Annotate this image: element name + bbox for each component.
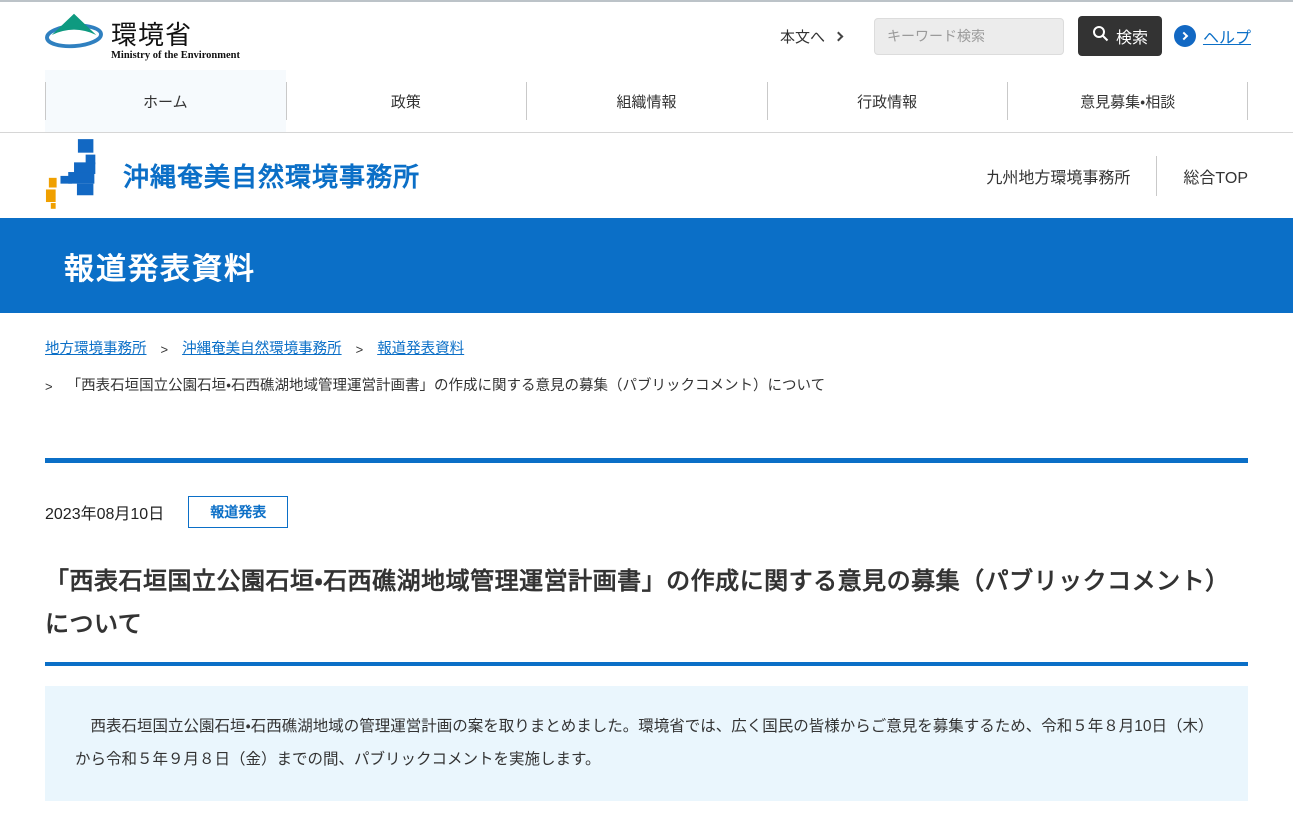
article-meta: 2023年08月10日 報道発表 [0, 463, 1293, 528]
page: 環境省 Ministry of the Environment 本文へ 検索 ヘ… [0, 0, 1293, 837]
nav-item-public-comment[interactable]: 意見募集・相談 [1007, 70, 1248, 132]
summary-box: 西表石垣国立公園石垣・石西礁湖地域の管理運営計画の案を取りまとめました。環境省で… [45, 686, 1248, 801]
chevron-right-icon [834, 31, 844, 41]
moe-logo-subtitle: Ministry of the Environment [111, 51, 240, 62]
page-title: 「西表石垣国立公園石垣・石西礁湖地域管理運営計画書」の作成に関する意見の募集（パ… [0, 544, 1293, 646]
search-button[interactable]: 検索 [1078, 16, 1162, 56]
nav-item-home[interactable]: ホーム [45, 70, 286, 132]
skip-to-content-link[interactable]: 本文へ [780, 26, 842, 47]
help[interactable]: ヘルプ [1174, 24, 1251, 48]
banner-title: 報道発表資料 [64, 244, 256, 288]
office-bar: 沖縄奄美自然環境事務所 九州地方環境事務所 総合TOP [0, 133, 1293, 218]
breadcrumb-line-2: > 「西表石垣国立公園石垣・石西礁湖地域管理運営計画書」の作成に関する意見の募集… [45, 376, 1248, 398]
breadcrumb: 地方環境事務所 > 沖縄奄美自然環境事務所 > 報道発表資料 > 「西表石垣国立… [0, 313, 1293, 398]
help-link[interactable]: ヘルプ [1203, 24, 1251, 48]
breadcrumb-link-office[interactable]: 沖縄奄美自然環境事務所 [182, 339, 342, 361]
breadcrumb-link-regional[interactable]: 地方環境事務所 [45, 339, 147, 361]
search-button-label: 検索 [1116, 24, 1148, 48]
moe-logo-title: 環境省 [111, 22, 240, 48]
site-top-link[interactable]: 総合TOP [1183, 164, 1248, 188]
global-nav: ホーム 政策 組織情報 行政情報 意見募集・相談 [0, 70, 1293, 133]
site-header: 環境省 Ministry of the Environment 本文へ 検索 ヘ… [0, 2, 1293, 70]
office-title[interactable]: 沖縄奄美自然環境事務所 [123, 157, 420, 194]
press-release-badge: 報道発表 [188, 496, 288, 528]
office-links: 九州地方環境事務所 総合TOP [986, 156, 1248, 196]
divider-blue-bottom [45, 662, 1248, 666]
japan-map-icon [45, 137, 105, 214]
breadcrumb-link-press[interactable]: 報道発表資料 [377, 339, 464, 361]
moe-logo-icon [45, 11, 103, 62]
divider [1156, 156, 1157, 196]
page-banner: 報道発表資料 [0, 218, 1293, 313]
nav-item-administrative[interactable]: 行政情報 [767, 70, 1008, 132]
breadcrumb-separator: > [161, 340, 169, 360]
search-input[interactable] [874, 18, 1064, 55]
breadcrumb-separator: > [45, 377, 53, 397]
moe-logo-text: 環境省 Ministry of the Environment [111, 22, 240, 62]
breadcrumb-line-1: 地方環境事務所 > 沖縄奄美自然環境事務所 > 報道発表資料 [45, 339, 1248, 361]
chevron-circle-icon [1174, 25, 1196, 47]
breadcrumb-current: 「西表石垣国立公園石垣・石西礁湖地域管理運営計画書」の作成に関する意見の募集（パ… [67, 376, 826, 398]
breadcrumb-separator: > [356, 340, 364, 360]
nav-item-policy[interactable]: 政策 [286, 70, 527, 132]
search-icon [1092, 25, 1109, 47]
regional-office-link[interactable]: 九州地方環境事務所 [986, 164, 1130, 188]
nav-item-organization[interactable]: 組織情報 [526, 70, 767, 132]
article-date: 2023年08月10日 [45, 500, 164, 524]
skip-link-label: 本文へ [780, 26, 825, 47]
moe-logo[interactable]: 環境省 Ministry of the Environment [45, 11, 240, 62]
